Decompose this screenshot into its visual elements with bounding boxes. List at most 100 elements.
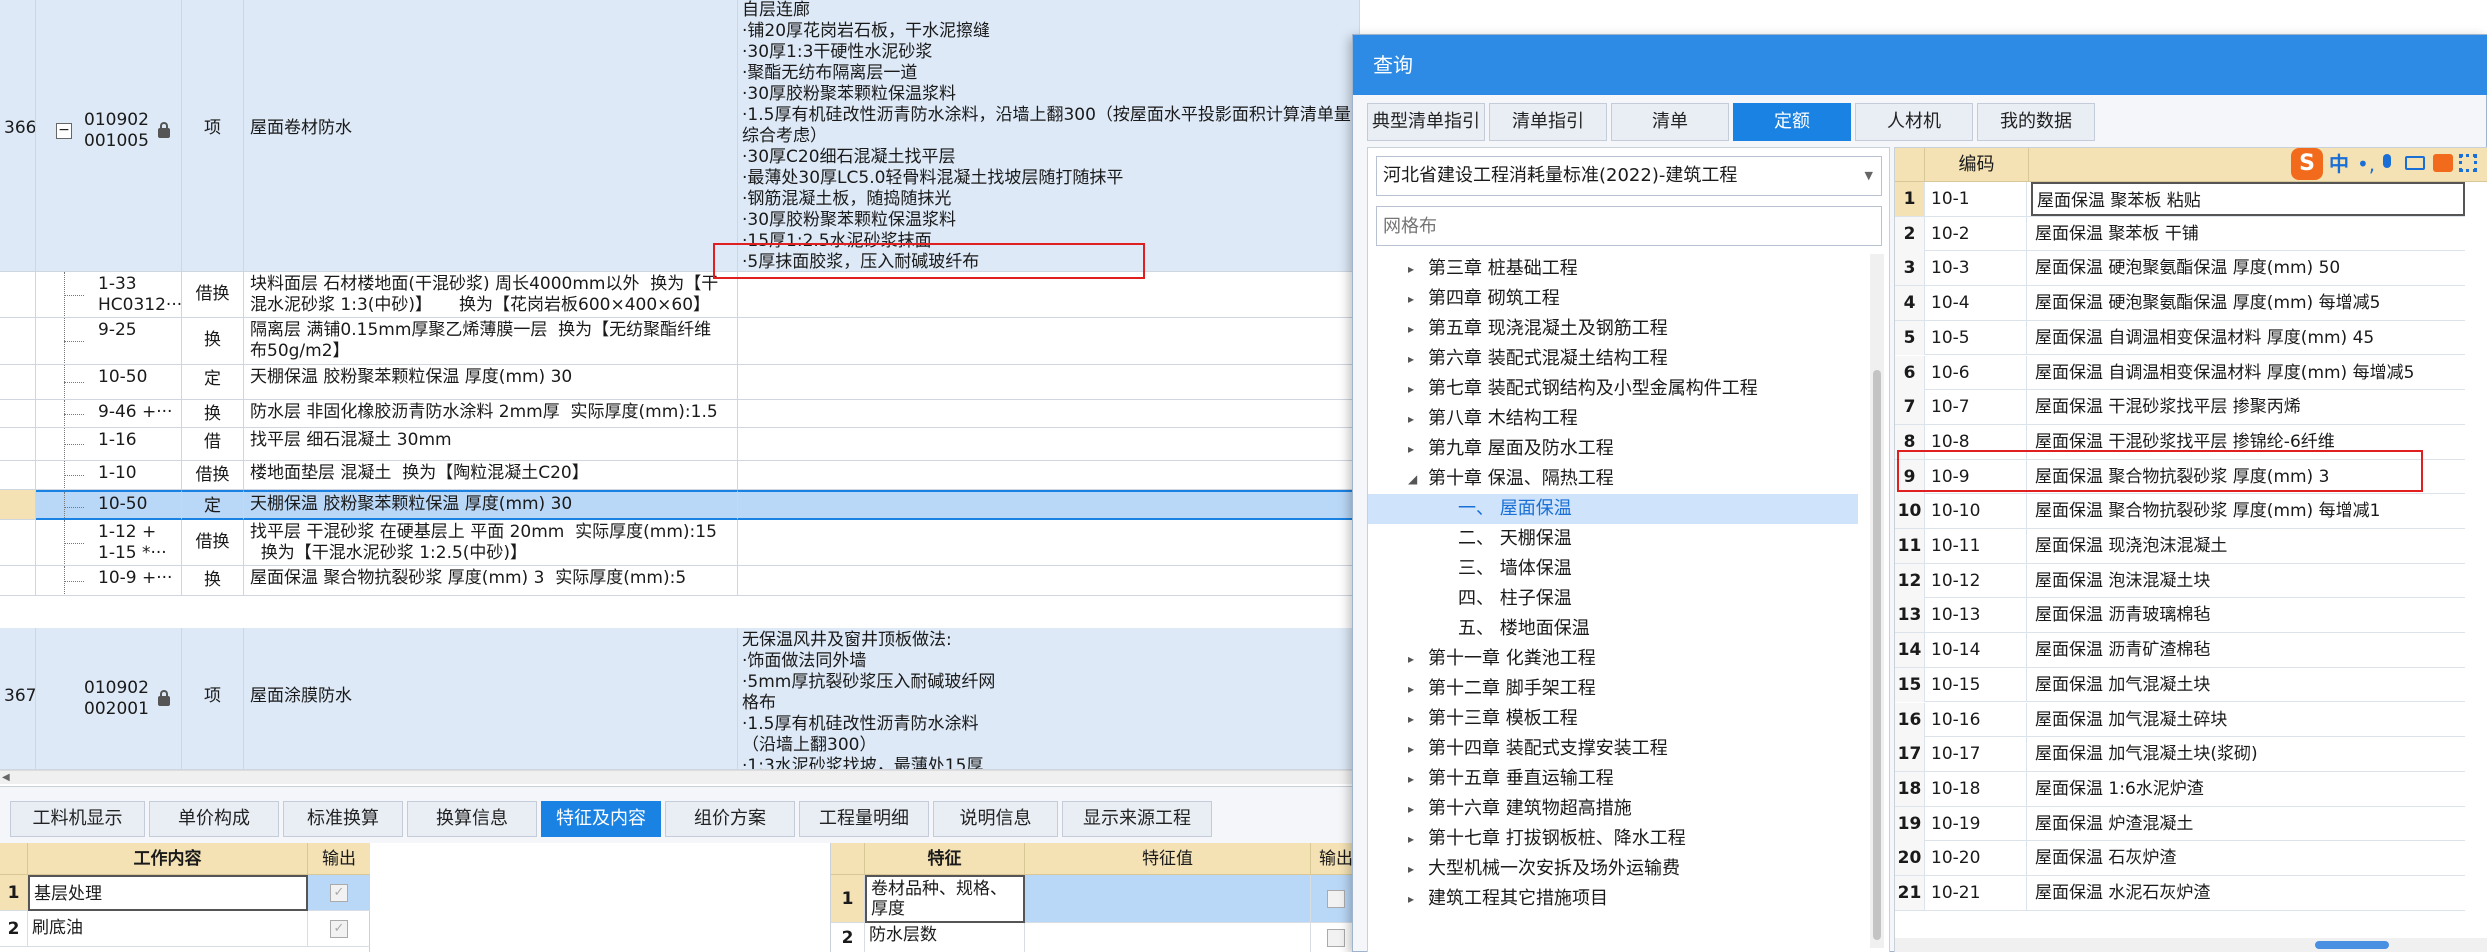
horizontal-scrollbar[interactable]: ◀ <box>0 770 1360 784</box>
chevron-right-icon[interactable]: ▸ <box>1408 404 1414 434</box>
tree-item[interactable]: ▸ 第十三章 模板工程 <box>1368 704 1858 734</box>
result-row[interactable]: 19 10-19 屋面保温 炉渣混凝土 <box>1895 806 2465 842</box>
tree-item[interactable]: ▸ 第十二章 脚手架工程 <box>1368 674 1858 704</box>
collapse-icon[interactable]: − <box>56 123 72 139</box>
sub-row-code[interactable]: 9-25 <box>36 318 182 365</box>
result-row[interactable]: 15 10-15 屋面保温 加气混凝土块 <box>1895 667 2465 703</box>
tree-item[interactable]: ◢ 第十章 保温、隔热工程 <box>1368 464 1858 494</box>
sub-row-type[interactable]: 借换 <box>182 272 244 318</box>
chevron-right-icon[interactable]: ▸ <box>1408 434 1414 464</box>
chevron-right-icon[interactable]: ▸ <box>1408 374 1414 404</box>
skin-icon[interactable] <box>2433 154 2453 172</box>
sub-row-code[interactable]: 10-9 +··· <box>36 566 182 596</box>
result-row[interactable]: 21 10-21 屋面保温 水泥石灰炉渣 <box>1895 876 2465 911</box>
sub-row-description[interactable] <box>738 400 1360 428</box>
result-row[interactable]: 14 10-14 屋面保温 沥青矿渣棉毡 <box>1895 633 2465 668</box>
row-367-code[interactable]: 010902 002001 <box>36 628 182 770</box>
query-tab-2[interactable]: 清单 <box>1611 103 1729 141</box>
result-row[interactable]: 6 10-6 屋面保温 自调温相变保温材料 厚度(mm) 每增减5 <box>1895 355 2465 391</box>
work-header-output[interactable]: 输出 <box>308 843 370 875</box>
result-row[interactable]: 13 10-13 屋面保温 沥青玻璃棉毡 <box>1895 598 2465 634</box>
chevron-right-icon[interactable]: ▸ <box>1408 674 1414 704</box>
sub-row-code[interactable]: 1-33 HC0312··· <box>36 272 182 318</box>
result-row[interactable]: 17 10-17 屋面保温 加气混凝土块(浆砌) <box>1895 737 2465 772</box>
work-row-content[interactable]: 基层处理 <box>28 875 308 911</box>
dialog-title-bar[interactable]: 查询 <box>1353 35 2487 95</box>
sub-row-description[interactable] <box>738 318 1360 365</box>
chevron-right-icon[interactable]: ▸ <box>1408 314 1414 344</box>
work-row-number[interactable]: 1 <box>0 875 28 911</box>
chevron-right-icon[interactable]: ▸ <box>1408 734 1414 764</box>
sub-row-number[interactable] <box>0 490 36 520</box>
tree-item[interactable]: ▸ 第八章 木结构工程 <box>1368 404 1858 434</box>
sub-row-name[interactable]: 隔离层 满铺0.15mm厚聚乙烯薄膜一层 换为【无纺聚酯纤维 布50g/m2】 <box>244 318 738 365</box>
chevron-right-icon[interactable]: ▸ <box>1408 854 1414 884</box>
bottom-tab-1[interactable]: 单价构成 <box>149 801 279 837</box>
query-tab-0[interactable]: 典型清单指引 <box>1367 103 1485 141</box>
result-header-code[interactable]: 编码 <box>1925 148 2029 182</box>
tree-item[interactable]: 三、 墙体保温 <box>1368 554 1858 584</box>
feature-row-name[interactable]: 防水层数 <box>865 923 1025 952</box>
chevron-right-icon[interactable]: ▸ <box>1408 884 1414 914</box>
feature-header-name[interactable]: 特征 <box>865 843 1025 875</box>
tree-item[interactable]: ▸ 第五章 现浇混凝土及钢筋工程 <box>1368 314 1858 344</box>
result-row[interactable]: 3 10-3 屋面保温 硬泡聚氨酯保温 厚度(mm) 50 <box>1895 251 2465 287</box>
row-366-number[interactable]: 366 <box>0 0 36 272</box>
result-row[interactable]: 5 10-5 屋面保温 自调温相变保温材料 厚度(mm) 45 <box>1895 320 2465 356</box>
row-367-number[interactable]: 367 <box>0 628 36 770</box>
bottom-tab-3[interactable]: 换算信息 <box>407 801 537 837</box>
sub-row-code[interactable]: 1-16 <box>36 428 182 461</box>
sub-row-description[interactable] <box>738 490 1360 520</box>
row-366-name[interactable]: 屋面卷材防水 <box>244 0 738 272</box>
ime-language-label[interactable]: 中 <box>2329 146 2349 182</box>
sub-row-number[interactable] <box>0 520 36 566</box>
sub-row-type[interactable]: 定 <box>182 490 244 520</box>
tree-item[interactable]: ▸ 第十六章 建筑物超高措施 <box>1368 794 1858 824</box>
bottom-tab-0[interactable]: 工料机显示 <box>10 801 145 837</box>
sub-row-name[interactable]: 楼地面垫层 混凝土 换为【陶粒混凝土C20】 <box>244 461 738 490</box>
sub-row-code[interactable]: 1-12 +1-15 *··· <box>36 520 182 566</box>
sub-row-name[interactable]: 找平层 干混砂浆 在硬基层上 平面 20mm 实际厚度(mm):15 换为【干混… <box>244 520 738 566</box>
sub-row-number[interactable] <box>0 461 36 490</box>
tree-item[interactable]: ▸ 大型机械一次安拆及场外运输费 <box>1368 854 1858 884</box>
tree-item[interactable]: 二、 天棚保温 <box>1368 524 1858 554</box>
query-tab-1[interactable]: 清单指引 <box>1489 103 1607 141</box>
tree-item[interactable]: ▸ 第十四章 装配式支撑安装工程 <box>1368 734 1858 764</box>
output-checkbox[interactable]: ✓ <box>308 911 370 947</box>
sub-row-type[interactable]: 借换 <box>182 520 244 566</box>
row-366-type[interactable]: 项 <box>182 0 244 272</box>
sub-row-code[interactable]: 10-50 <box>36 365 182 400</box>
sub-row-number[interactable] <box>0 365 36 400</box>
chevron-right-icon[interactable]: ▸ <box>1408 764 1414 794</box>
feature-header-value[interactable]: 特征值 <box>1025 843 1311 875</box>
result-row[interactable]: 1 10-1 屋面保温 聚苯板 粘贴 <box>1895 182 2465 217</box>
bottom-tab-4[interactable]: 特征及内容 <box>541 801 661 837</box>
tree-item[interactable]: 一、 屋面保温 <box>1368 494 1858 524</box>
tree-item[interactable]: ▸ 第三章 桩基础工程 <box>1368 254 1858 284</box>
tree-item[interactable]: ▸ 建筑工程其它措施项目 <box>1368 884 1858 914</box>
ime-toolbar[interactable]: S 中 •, <box>2291 146 2487 182</box>
sub-row-name[interactable]: 天棚保温 胶粉聚苯颗粒保温 厚度(mm) 30 <box>244 365 738 400</box>
result-row[interactable]: 16 10-16 屋面保温 加气混凝土碎块 <box>1895 702 2465 738</box>
sub-row-description[interactable] <box>738 461 1360 490</box>
chevron-expanded-icon[interactable]: ◢ <box>1408 464 1417 494</box>
query-tab-5[interactable]: 我的数据 <box>1977 103 2095 141</box>
tree-item[interactable]: ▸ 第九章 屋面及防水工程 <box>1368 434 1858 464</box>
sub-row-number[interactable] <box>0 566 36 596</box>
feature-row-number[interactable]: 1 <box>831 875 865 923</box>
feature-row-name[interactable]: 卷材品种、规格、 厚度 <box>865 875 1025 923</box>
query-tab-3[interactable]: 定额 <box>1733 103 1851 141</box>
chevron-right-icon[interactable]: ▸ <box>1408 794 1414 824</box>
bottom-tab-7[interactable]: 说明信息 <box>933 801 1058 837</box>
sub-row-number[interactable] <box>0 318 36 365</box>
sub-row-number[interactable] <box>0 428 36 461</box>
sub-row-number[interactable] <box>0 400 36 428</box>
keyboard-icon[interactable] <box>2405 156 2425 170</box>
output-checkbox[interactable]: ✓ <box>308 875 370 911</box>
tree-item[interactable]: ▸ 第六章 装配式混凝土结构工程 <box>1368 344 1858 374</box>
sub-row-type[interactable]: 换 <box>182 566 244 596</box>
toolbox-icon[interactable] <box>2459 154 2477 172</box>
sub-row-code[interactable]: 9-46 +··· <box>36 400 182 428</box>
result-row[interactable]: 20 10-20 屋面保温 石灰炉渣 <box>1895 841 2465 876</box>
scroll-left-arrow[interactable]: ◀ <box>2 771 10 785</box>
